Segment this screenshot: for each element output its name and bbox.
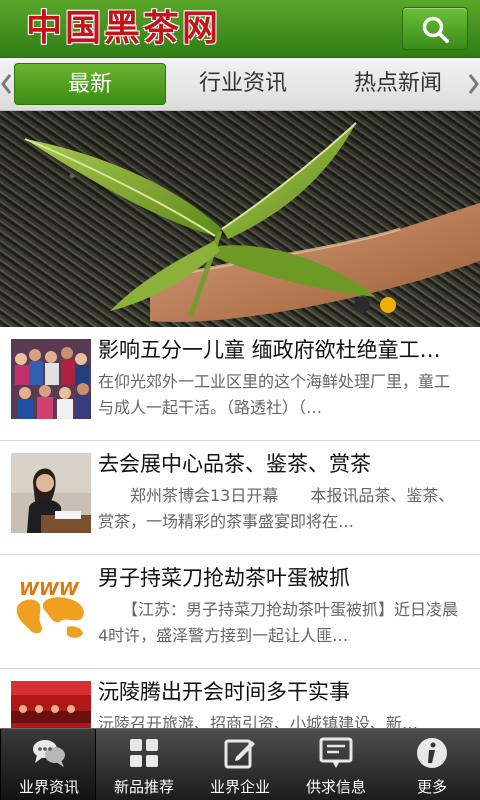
tab-industry-news[interactable]: 行业资讯 (178, 63, 308, 105)
news-title: 男子持菜刀抢劫茶叶蛋被抓 (98, 566, 350, 590)
news-summary: 郑州茶博会13日开幕 本报讯品茶、鉴茶、赏茶，一场精彩的茶事盛宴即将在… (98, 486, 455, 531)
nav-label: 更多 (416, 778, 447, 796)
tab-hot-news[interactable]: 热点新闻 (336, 63, 460, 105)
nav-label: 业界资讯 (18, 778, 79, 796)
nav-label: 新品推荐 (113, 778, 174, 796)
message-board-icon (319, 737, 353, 768)
news-title: 沅陵腾出开会时间多干实事 (98, 680, 350, 704)
info-icon (417, 738, 447, 768)
site-logo[interactable]: 中国黑茶网 (26, 6, 221, 50)
search-button[interactable] (402, 7, 468, 50)
bottom-navigation: 业界资讯 新品推荐 业界企业 供求信息 更多 (0, 728, 480, 800)
tab-latest[interactable]: 最新 (14, 63, 166, 105)
news-title: 去会展中心品茶、鉴茶、赏茶 (98, 452, 371, 476)
www-globe-icon: WWW (11, 567, 91, 647)
nav-label: 业界企业 (209, 778, 270, 796)
category-tabbar: 最新 行业资讯 热点新闻 (0, 58, 480, 111)
chat-bubbles-icon (33, 740, 65, 767)
news-summary: 【江苏：男子持菜刀抢劫茶叶蛋被抓】近日凌晨4时许，盛泽警方接到一起让人匪… (98, 600, 459, 645)
chevron-left-icon[interactable] (0, 72, 12, 96)
grid-icon (130, 739, 158, 767)
news-item[interactable]: WWW 男子持菜刀抢劫茶叶蛋被抓 【江苏：男子持菜刀抢劫茶叶蛋被抓】近日凌晨4时… (0, 555, 480, 669)
news-thumbnail: WWW (11, 567, 91, 647)
news-thumbnail (11, 339, 91, 419)
news-item[interactable]: 去会展中心品茶、鉴茶、赏茶 郑州茶博会13日开幕 本报讯品茶、鉴茶、赏茶，一场精… (0, 441, 480, 555)
search-icon (422, 16, 449, 43)
woman-at-desk-photo-icon (11, 453, 91, 533)
carousel-dot-2[interactable] (380, 297, 396, 313)
tea-leaves-image (0, 111, 480, 327)
app-header: 中国黑茶网 (0, 0, 480, 58)
nav-industry-news[interactable]: 业界资讯 (0, 729, 96, 800)
svg-text:WWW: WWW (19, 579, 80, 600)
nav-industry-companies[interactable]: 业界企业 (192, 729, 288, 800)
carousel-dot-1[interactable] (354, 297, 370, 313)
news-item[interactable]: 影响五分一儿童 缅政府欲杜绝童工… 在仰光郊外一工业区里的这个海鲜处理厂里，童工… (0, 327, 480, 441)
edit-icon (224, 739, 255, 769)
chevron-right-icon[interactable] (468, 72, 480, 96)
nav-more[interactable]: 更多 (384, 729, 480, 800)
banner-carousel[interactable] (0, 111, 480, 327)
nav-supply-demand[interactable]: 供求信息 (288, 729, 384, 800)
crowd-photo-icon (11, 339, 91, 419)
news-thumbnail (11, 453, 91, 533)
news-title: 影响五分一儿童 缅政府欲杜绝童工… (98, 338, 441, 362)
nav-label: 供求信息 (305, 778, 366, 796)
nav-new-products[interactable]: 新品推荐 (96, 729, 192, 800)
news-summary: 在仰光郊外一工业区里的这个海鲜处理厂里，童工与成人一起干活。（路透社）（… (98, 372, 451, 417)
